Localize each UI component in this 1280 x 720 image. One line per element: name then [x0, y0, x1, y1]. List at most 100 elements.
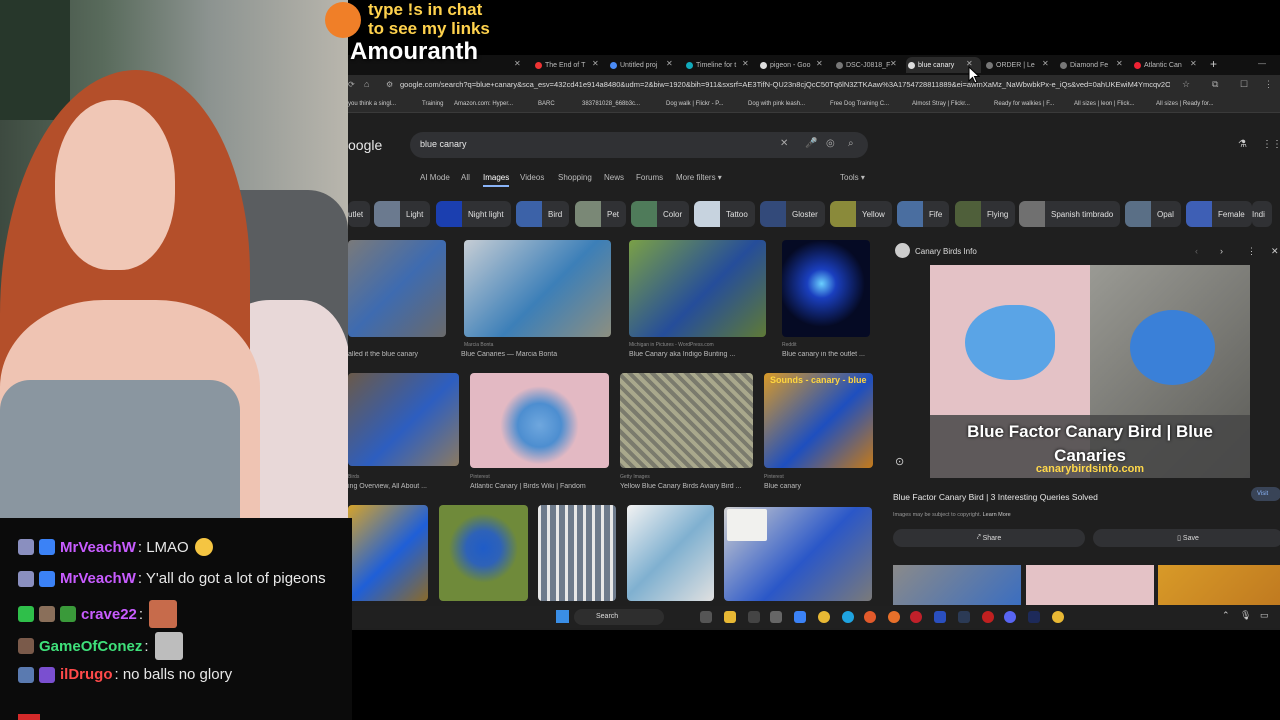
- next-icon[interactable]: ›: [1220, 246, 1223, 256]
- new-tab-icon[interactable]: +: [1210, 57, 1217, 71]
- preview-image[interactable]: Blue Factor Canary Bird | Blue Canaries …: [930, 265, 1250, 478]
- minimize-icon[interactable]: —: [1258, 59, 1266, 68]
- chat-username[interactable]: ilDrugo: [60, 666, 113, 683]
- profile-icon[interactable]: ☐: [1240, 79, 1248, 90]
- search-icon[interactable]: ⌕: [848, 138, 854, 149]
- reload-icon[interactable]: ⟳: [348, 80, 355, 89]
- chip-tattoo[interactable]: Tattoo: [694, 201, 755, 227]
- result-caption[interactable]: Blue Canaries — Marcia Bonta: [461, 351, 611, 358]
- url-field[interactable]: google.com/search?q=blue+canary&sca_esv=…: [400, 80, 1170, 89]
- windows-start-icon[interactable]: [556, 610, 569, 623]
- chip-spanish-timbrado[interactable]: Spanish timbrado: [1019, 201, 1121, 227]
- result-caption[interactable]: Atlantic Canary | Birds Wiki | Fandom: [470, 483, 609, 490]
- close-icon[interactable]: ✕: [1271, 246, 1279, 257]
- tab-ai-mode[interactable]: AI Mode: [420, 173, 450, 182]
- menu-icon[interactable]: ⋮: [1264, 79, 1273, 90]
- related-image[interactable]: [893, 565, 1021, 605]
- tab-close-icon[interactable]: ✕: [1190, 59, 1197, 68]
- chip-yellow[interactable]: Yellow: [830, 201, 892, 227]
- labs-icon[interactable]: ⚗: [1238, 139, 1247, 150]
- tools-button[interactable]: Tools ▾: [840, 173, 865, 182]
- result-image[interactable]: [348, 373, 459, 466]
- tab-close-icon[interactable]: ✕: [1042, 59, 1049, 68]
- photoshop-icon[interactable]: [1028, 611, 1040, 623]
- opera-icon[interactable]: [910, 611, 922, 623]
- tab-all[interactable]: All: [461, 173, 470, 182]
- chip-opal[interactable]: Opal: [1125, 201, 1181, 227]
- share-button[interactable]: ⤤ Share: [893, 529, 1085, 547]
- prev-icon[interactable]: ‹: [1195, 246, 1198, 256]
- result-image[interactable]: [538, 505, 616, 601]
- task-view-icon[interactable]: [700, 611, 712, 623]
- chip-pet[interactable]: Pet: [575, 201, 627, 227]
- app-icon[interactable]: [934, 611, 946, 623]
- preview-heading[interactable]: Blue Factor Canary Bird | 3 Interesting …: [893, 492, 1098, 502]
- file-explorer-icon[interactable]: [724, 611, 736, 623]
- result-image[interactable]: [629, 240, 766, 337]
- search-input[interactable]: blue canary ✕ 🎤 ◎ ⌕: [410, 132, 868, 158]
- chip-gloster[interactable]: Gloster: [760, 201, 825, 227]
- tab-more-filters[interactable]: More filters ▾: [676, 173, 722, 182]
- apps-grid-icon[interactable]: ⋮⋮: [1262, 139, 1280, 150]
- related-image[interactable]: [1026, 565, 1154, 605]
- microphone-icon[interactable]: 🎙: [1240, 610, 1251, 621]
- result-image[interactable]: [348, 240, 446, 337]
- result-image[interactable]: Sounds - canary - blue: [764, 373, 873, 468]
- result-caption[interactable]: Blue Canary aka Indigo Bunting ...: [629, 351, 766, 358]
- result-image[interactable]: [620, 373, 753, 468]
- result-caption[interactable]: alled it the blue canary: [348, 351, 446, 358]
- result-caption[interactable]: Blue canary in the outlet ...: [782, 351, 870, 358]
- chip-outlet[interactable]: utlet: [348, 201, 371, 227]
- extensions-icon[interactable]: ⧉: [1212, 79, 1218, 90]
- save-button[interactable]: ▯ Save: [1093, 529, 1280, 547]
- result-caption[interactable]: Yellow Blue Canary Birds Aviary Bird ...: [620, 483, 753, 490]
- chip-bird[interactable]: Bird: [516, 201, 570, 227]
- tab-images[interactable]: Images: [483, 173, 510, 187]
- discord-icon[interactable]: [1004, 611, 1016, 623]
- chip-female[interactable]: Female: [1186, 201, 1252, 227]
- store-icon[interactable]: [770, 611, 782, 623]
- chip-more[interactable]: Indi: [1252, 201, 1272, 227]
- tab-shopping[interactable]: Shopping: [558, 173, 592, 182]
- result-image[interactable]: [470, 373, 609, 468]
- lens-search-icon[interactable]: ⊙: [895, 455, 904, 468]
- visit-button[interactable]: Visit: [1251, 487, 1280, 501]
- clear-icon[interactable]: ✕: [780, 138, 788, 149]
- app-icon[interactable]: [864, 611, 876, 623]
- home-icon[interactable]: ⌂: [364, 79, 369, 89]
- tab-news[interactable]: News: [604, 173, 624, 182]
- learn-more-link[interactable]: Learn More: [983, 512, 1011, 518]
- bookmark-item[interactable]: you think a singl...: [348, 101, 396, 107]
- chat-username[interactable]: crave22: [81, 606, 137, 623]
- bookmark-item[interactable]: Dog with pink leash...: [748, 101, 805, 107]
- chrome-icon[interactable]: [1052, 611, 1064, 623]
- tab-close-icon[interactable]: ✕: [592, 59, 599, 68]
- bookmark-item[interactable]: All sizes | leon | Flick...: [1074, 101, 1134, 107]
- tab-close-icon[interactable]: ✕: [816, 59, 823, 68]
- chip-night-light[interactable]: Night light: [436, 201, 511, 227]
- bookmark-item[interactable]: Free Dog Training C...: [830, 101, 889, 107]
- bookmark-item[interactable]: BARC: [538, 101, 555, 107]
- chip-flying[interactable]: Flying: [955, 201, 1016, 227]
- microphone-icon[interactable]: 🎤: [805, 138, 817, 149]
- chat-username[interactable]: MrVeachW: [60, 570, 136, 587]
- result-image[interactable]: [627, 505, 714, 601]
- tab-close-icon[interactable]: ✕: [742, 59, 749, 68]
- bookmark-item[interactable]: Training: [422, 101, 443, 107]
- result-image[interactable]: [782, 240, 870, 337]
- app-icon[interactable]: [982, 611, 994, 623]
- chrome-icon[interactable]: [818, 611, 830, 623]
- result-image[interactable]: [464, 240, 611, 337]
- result-image[interactable]: [348, 505, 428, 601]
- app-icon[interactable]: [794, 611, 806, 623]
- taskbar-search[interactable]: Search: [574, 609, 664, 625]
- tab-close-icon[interactable]: ✕: [1116, 59, 1123, 68]
- network-icon[interactable]: ▭: [1260, 610, 1269, 621]
- bookmark-star-icon[interactable]: ☆: [1182, 79, 1190, 90]
- chip-light[interactable]: Light: [374, 201, 431, 227]
- app-icon[interactable]: [748, 611, 760, 623]
- site-info-icon[interactable]: ⚙: [386, 80, 393, 89]
- bookmark-item[interactable]: Dog walk | Flickr - P...: [666, 101, 723, 107]
- result-caption[interactable]: ing Overview, All About ...: [348, 483, 459, 490]
- steam-icon[interactable]: [958, 611, 970, 623]
